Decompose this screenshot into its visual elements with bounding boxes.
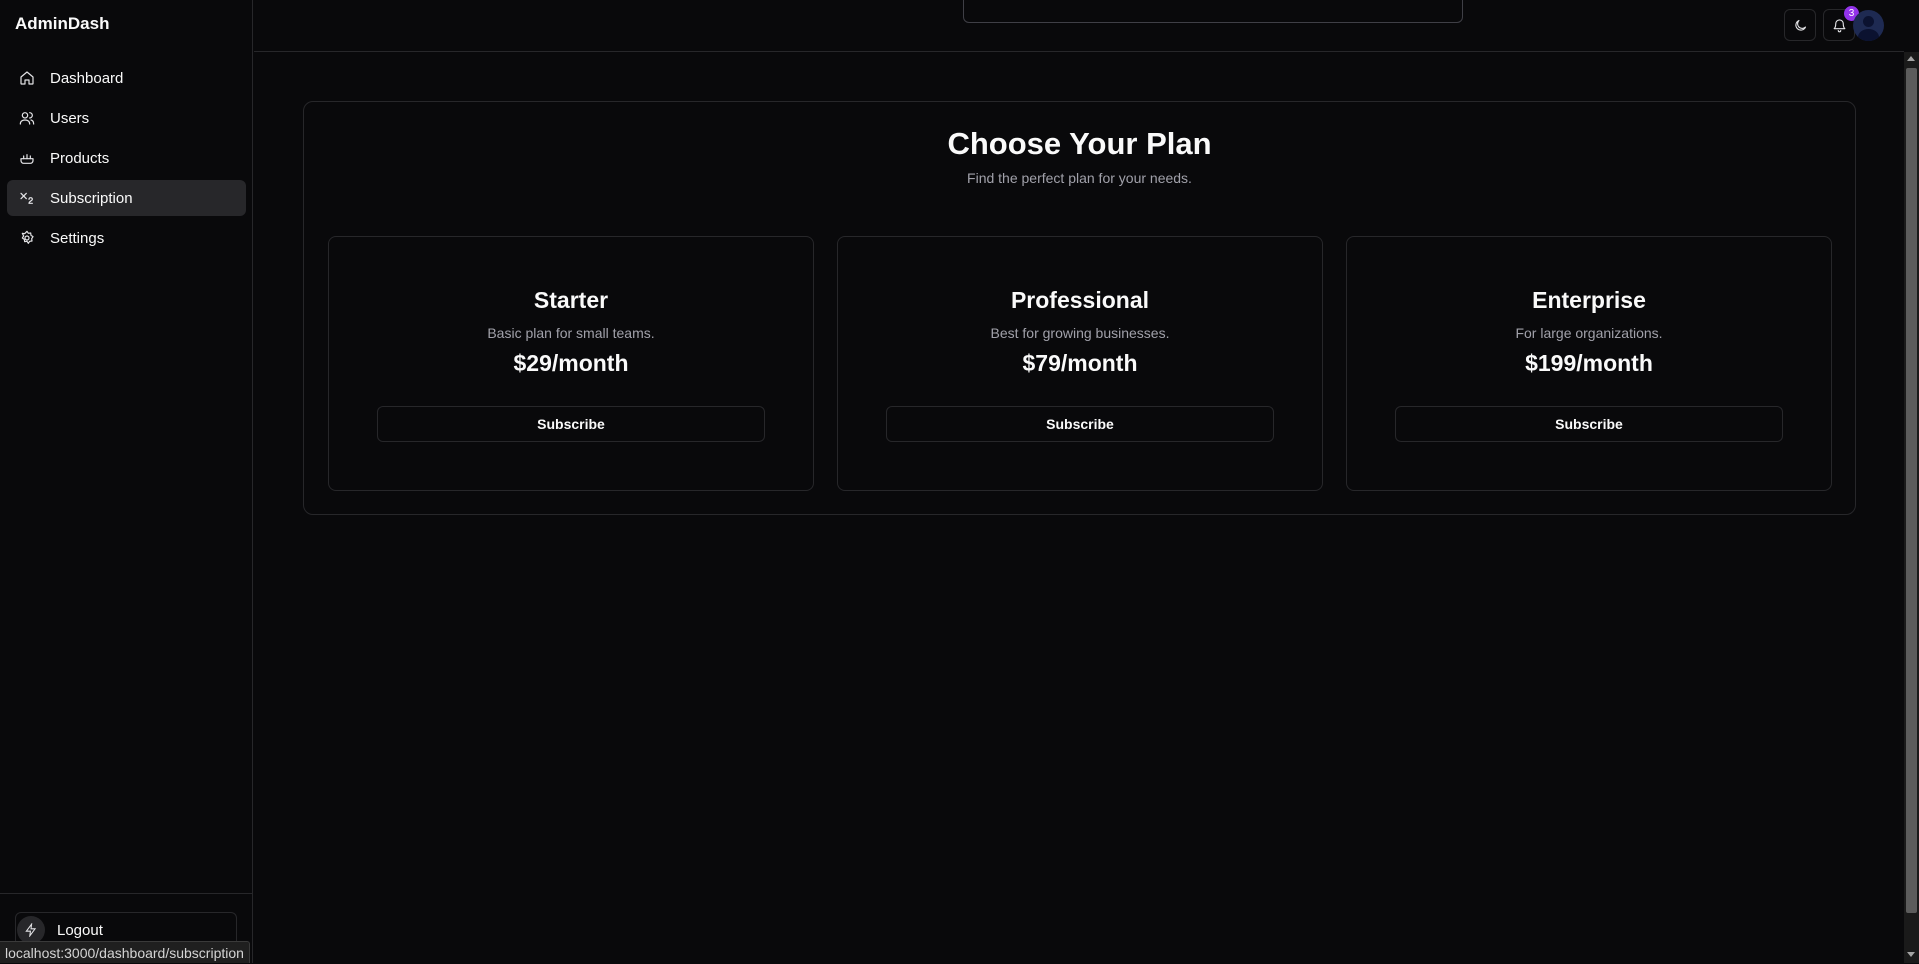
sidebar-item-label: Users xyxy=(50,109,90,127)
sidebar-item-dashboard[interactable]: Dashboard xyxy=(7,60,246,96)
logout-icon xyxy=(17,916,45,944)
moon-icon xyxy=(1794,19,1806,31)
plan-price: $29/month xyxy=(513,350,629,376)
sidebar-item-label: Products xyxy=(50,149,110,167)
plan-card-professional: Professional Best for growing businesses… xyxy=(837,236,1323,491)
plans-panel: Choose Your Plan Find the perfect plan f… xyxy=(303,101,1856,515)
sidebar-item-label: Settings xyxy=(50,229,105,247)
scrollbar-top xyxy=(1904,0,1919,52)
bell-icon xyxy=(1833,18,1845,32)
plan-description: Best for growing businesses. xyxy=(990,325,1170,341)
subscribe-button-starter[interactable]: Subscribe xyxy=(377,406,765,442)
page-subtitle: Find the perfect plan for your needs. xyxy=(967,170,1192,186)
toast-notification xyxy=(963,0,1463,23)
plan-card-starter: Starter Basic plan for small teams. $29/… xyxy=(328,236,814,491)
gear-icon xyxy=(19,230,35,246)
plan-name: Starter xyxy=(533,287,609,313)
user-avatar-icon[interactable] xyxy=(1853,10,1884,41)
scroll-down-icon[interactable] xyxy=(1907,952,1915,957)
sidebar-item-label: Dashboard xyxy=(50,69,124,87)
sidebar-item-subscription[interactable]: Subscription xyxy=(7,180,246,216)
plan-price: $79/month xyxy=(1022,350,1138,376)
plan-name: Enterprise xyxy=(1532,287,1646,313)
sidebar-item-products[interactable]: Products xyxy=(7,140,246,176)
brand-logo[interactable]: AdminDash xyxy=(15,14,109,34)
sidebar: AdminDash Dashboard Users Products Subsc… xyxy=(0,0,253,963)
sidebar-item-users[interactable]: Users xyxy=(7,100,246,136)
plan-description: For large organizations. xyxy=(1515,325,1663,341)
page-scrollbar[interactable] xyxy=(1904,52,1919,963)
subscribe-button-enterprise[interactable]: Subscribe xyxy=(1395,406,1783,442)
plan-description: Basic plan for small teams. xyxy=(487,325,655,341)
sidebar-nav: Dashboard Users Products Subscription Se… xyxy=(7,60,246,260)
logout-label: Logout xyxy=(57,921,103,939)
subscript-icon xyxy=(19,190,35,206)
plan-card-enterprise: Enterprise For large organizations. $199… xyxy=(1346,236,1832,491)
sidebar-item-settings[interactable]: Settings xyxy=(7,220,246,256)
notifications-button[interactable]: 3 xyxy=(1823,6,1859,41)
subscribe-button-professional[interactable]: Subscribe xyxy=(886,406,1274,442)
topbar: 3 xyxy=(254,0,1904,52)
users-icon xyxy=(19,110,35,126)
plan-price: $199/month xyxy=(1525,350,1653,376)
sidebar-item-label: Subscription xyxy=(50,189,133,207)
plan-name: Professional xyxy=(1010,287,1150,313)
page-title: Choose Your Plan xyxy=(947,126,1212,161)
theme-toggle-button[interactable] xyxy=(1784,9,1816,41)
scrollbar-thumb[interactable] xyxy=(1906,68,1917,913)
products-icon xyxy=(19,150,35,166)
scroll-up-icon[interactable] xyxy=(1907,56,1915,61)
home-icon xyxy=(19,70,35,86)
status-url-tooltip: localhost:3000/dashboard/subscription xyxy=(0,941,250,963)
